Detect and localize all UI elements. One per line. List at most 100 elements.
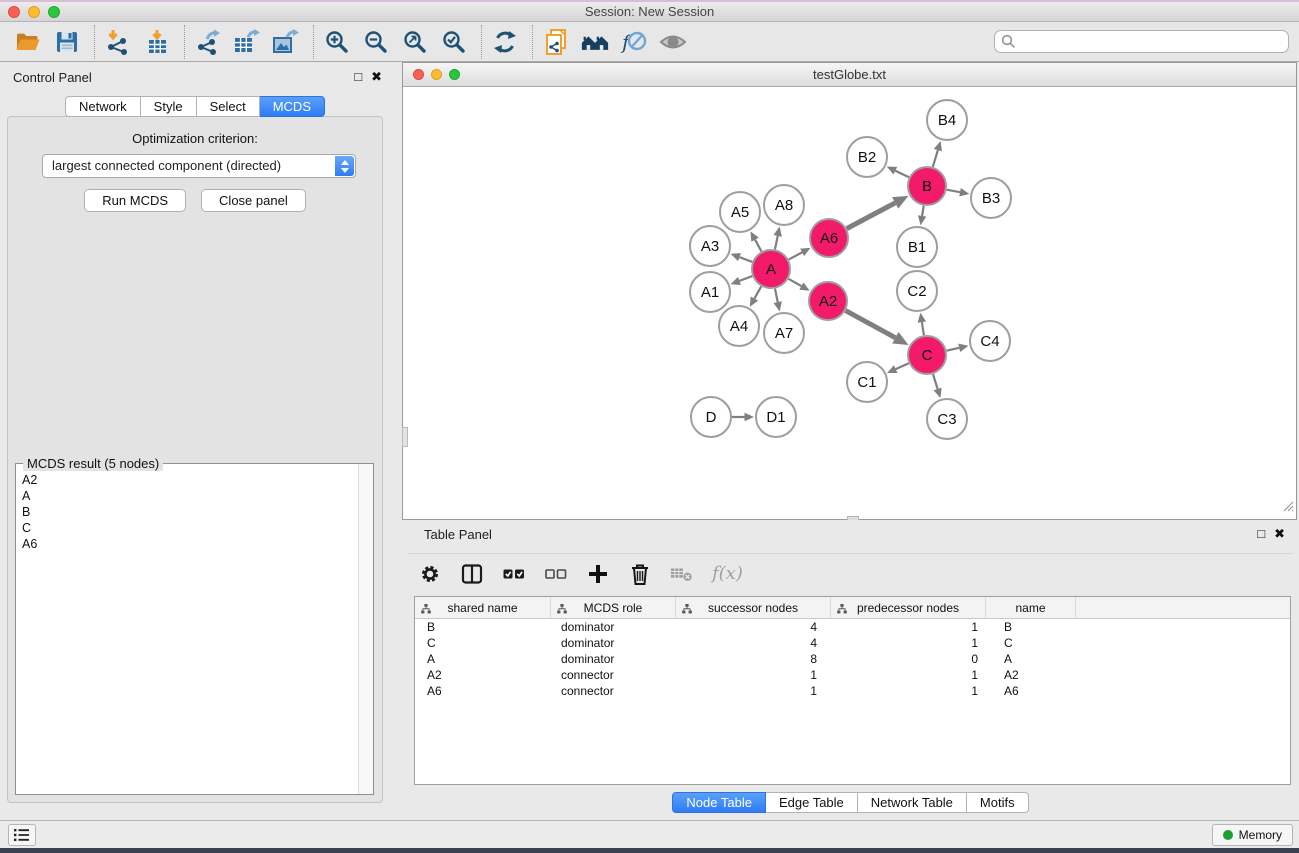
graph-edge-A-A2[interactable]	[788, 279, 801, 286]
list-item[interactable]: A6	[16, 536, 357, 552]
select-all-rows-icon[interactable]	[502, 562, 526, 586]
control-panel-tabs: Network Style Select MCDS	[0, 96, 390, 117]
table-row[interactable]: B dominator 4 1 B	[415, 619, 1290, 635]
import-network-icon[interactable]	[104, 28, 132, 56]
column-header-predecessor-nodes[interactable]: predecessor nodes	[831, 597, 986, 618]
export-image-icon[interactable]	[272, 28, 300, 56]
column-header-mcds-role[interactable]: MCDS role	[551, 597, 676, 618]
delete-table-icon-disabled	[670, 562, 694, 586]
network-canvas[interactable]: AA1A2A3A4A5A6A7A8BB1B2B3B4CC1C2C3C4DD1	[403, 87, 1296, 519]
graph-edge-arrow-icon	[731, 253, 741, 261]
close-window-button[interactable]	[8, 6, 20, 18]
graph-edge-A6-B[interactable]	[847, 203, 896, 229]
mcds-result-list: A2 A B C A6	[16, 472, 357, 794]
table-row[interactable]: A6 connector 1 1 A6	[415, 683, 1290, 699]
splitter-handle-left[interactable]	[402, 427, 408, 447]
tab-mcds[interactable]: MCDS	[260, 96, 325, 117]
table-panel-header: Table Panel □ ✖	[402, 520, 1299, 550]
graph-edge-C-C1[interactable]	[896, 363, 909, 369]
float-panel-icon[interactable]: □	[354, 69, 362, 85]
table-row[interactable]: A2 connector 1 1 A2	[415, 667, 1290, 683]
network-view-title: testGlobe.txt	[813, 67, 886, 82]
mcds-result-title: MCDS result (5 nodes)	[23, 456, 163, 471]
task-history-button[interactable]	[8, 824, 36, 846]
import-table-icon[interactable]	[143, 28, 171, 56]
table-row[interactable]: A dominator 8 0 A	[415, 651, 1290, 667]
graph-edge-B-B3[interactable]	[947, 190, 960, 193]
network-window-titlebar[interactable]: testGlobe.txt	[403, 63, 1296, 87]
tab-network[interactable]: Network	[65, 96, 141, 117]
close-panel-icon[interactable]: ✖	[1274, 526, 1285, 542]
criterion-select[interactable]: largest connected component (directed)	[42, 154, 356, 178]
minimize-view-button[interactable]	[431, 69, 442, 80]
deselect-all-rows-icon[interactable]	[544, 562, 568, 586]
minimize-window-button[interactable]	[28, 6, 40, 18]
network-view-window: testGlobe.txt AA1A2A3A4A5A6A7A8BB1B2B3B4…	[402, 62, 1297, 520]
graph-edge-A-A5[interactable]	[755, 240, 761, 252]
resize-grip-icon[interactable]	[1282, 499, 1294, 517]
column-header-successor-nodes[interactable]: successor nodes	[676, 597, 831, 618]
memory-button[interactable]: Memory	[1212, 824, 1293, 846]
maximize-window-button[interactable]	[48, 6, 60, 18]
list-item[interactable]: A	[16, 488, 357, 504]
save-session-icon[interactable]	[53, 28, 81, 56]
table-settings-gear-icon[interactable]	[418, 562, 442, 586]
maximize-view-button[interactable]	[449, 69, 460, 80]
new-session-from-network-icon[interactable]	[542, 28, 570, 56]
tab-select[interactable]: Select	[197, 96, 260, 117]
apply-layout-icon[interactable]	[491, 28, 519, 56]
float-panel-icon[interactable]: □	[1257, 526, 1265, 542]
graph-edge-A-A8[interactable]	[775, 236, 778, 250]
mcds-tab-content: Optimization criterion: largest connecte…	[7, 116, 383, 803]
eye-icon[interactable]	[659, 28, 687, 56]
delete-column-trash-icon[interactable]	[628, 562, 652, 586]
graph-edge-A-A1[interactable]	[739, 276, 752, 281]
graph-node-label: A2	[819, 293, 837, 310]
graph-node-label: D	[706, 409, 717, 426]
run-mcds-button[interactable]: Run MCDS	[84, 189, 186, 212]
zoom-out-icon[interactable]	[362, 28, 390, 56]
close-view-button[interactable]	[413, 69, 424, 80]
tab-edge-table[interactable]: Edge Table	[766, 792, 858, 813]
zoom-fit-icon[interactable]	[401, 28, 429, 56]
toggle-graphics-details-icon[interactable]: f	[620, 28, 648, 56]
tab-network-table[interactable]: Network Table	[858, 792, 967, 813]
desktop-background-bottom	[0, 848, 1299, 853]
close-panel-icon[interactable]: ✖	[371, 69, 382, 85]
export-network-icon[interactable]	[194, 28, 222, 56]
export-table-icon[interactable]	[233, 28, 261, 56]
create-column-plus-icon[interactable]	[586, 562, 610, 586]
graph-node-label: A4	[730, 318, 748, 335]
zoom-in-icon[interactable]	[323, 28, 351, 56]
graph-edge-A-A7[interactable]	[775, 289, 778, 303]
list-item[interactable]: C	[16, 520, 357, 536]
table-row[interactable]: C dominator 4 1 C	[415, 635, 1290, 651]
list-item[interactable]: B	[16, 504, 357, 520]
graph-edge-B-B1[interactable]	[922, 206, 924, 216]
result-scrollbar[interactable]	[358, 464, 373, 794]
tab-style[interactable]: Style	[141, 96, 197, 117]
column-header-name[interactable]: name	[986, 597, 1076, 618]
column-header-shared-name[interactable]: shared name	[415, 597, 551, 618]
show-columns-icon[interactable]	[460, 562, 484, 586]
graph-edge-C-C2[interactable]	[922, 322, 924, 335]
graph-edge-C-C4[interactable]	[947, 348, 960, 351]
search-input[interactable]	[994, 30, 1289, 53]
home-icon[interactable]	[581, 28, 609, 56]
graph-edge-B-B2[interactable]	[895, 171, 909, 178]
graph-edge-B-B4[interactable]	[933, 150, 938, 167]
close-panel-button[interactable]: Close panel	[201, 189, 306, 212]
graph-edge-A-A6[interactable]	[789, 252, 802, 259]
graph-edge-A2-C[interactable]	[846, 311, 896, 338]
select-stepper-icon[interactable]	[335, 156, 354, 176]
tab-motifs[interactable]: Motifs	[967, 792, 1029, 813]
graph-edge-A-A3[interactable]	[739, 257, 752, 262]
zoom-selected-icon[interactable]	[440, 28, 468, 56]
list-item[interactable]: A2	[16, 472, 357, 488]
graph-node-label: B4	[938, 112, 956, 129]
graph-edge-C-C3[interactable]	[933, 374, 938, 389]
open-session-icon[interactable]	[14, 28, 42, 56]
graph-edge-A-A4[interactable]	[754, 286, 761, 298]
graph-edge-arrow-icon	[774, 227, 782, 237]
tab-node-table[interactable]: Node Table	[672, 792, 766, 813]
